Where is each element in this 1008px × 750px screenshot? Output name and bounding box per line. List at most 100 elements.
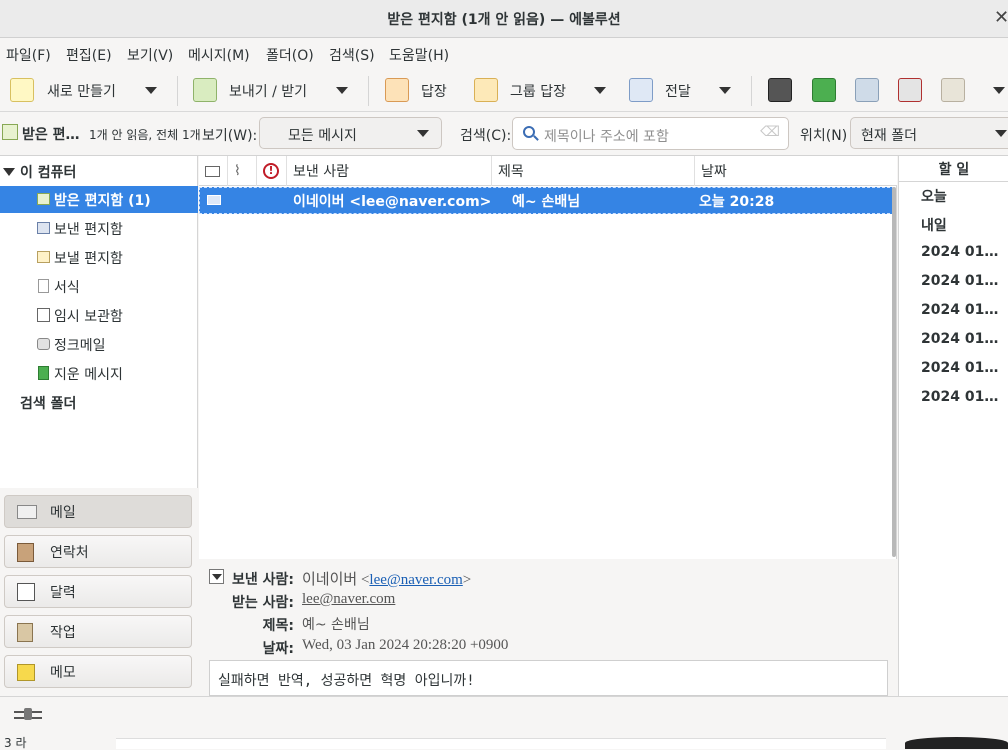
- menu-file[interactable]: 파일(F): [6, 45, 51, 65]
- todo-item[interactable]: 내일: [921, 215, 1008, 235]
- title-bar: 받은 편지함 (1개 안 읽음) — 에볼루션 ✕: [0, 0, 1008, 38]
- todo-item[interactable]: 2024 01…: [921, 273, 1008, 289]
- chevron-down-icon: [417, 130, 429, 137]
- switcher-calendar-button[interactable]: 달력: [4, 575, 192, 608]
- date-label: 날짜:: [262, 641, 294, 657]
- collapse-headers-icon[interactable]: [209, 569, 224, 584]
- reply-group-dropdown-chevron-icon[interactable]: [594, 87, 606, 94]
- new-mail-icon[interactable]: [10, 78, 34, 102]
- switcher-label: 메일: [50, 504, 76, 521]
- date-value: Wed, 03 Jan 2024 20:28:20 +0900: [302, 637, 509, 653]
- column-subject[interactable]: 제목: [492, 156, 695, 186]
- status-bar: [0, 696, 1008, 734]
- send-receive-icon[interactable]: [193, 78, 217, 102]
- sent-icon: [37, 222, 50, 234]
- folder-label: 정크메일: [54, 337, 106, 354]
- send-receive-button[interactable]: 보내기 / 받기: [229, 80, 307, 102]
- menu-search[interactable]: 검색(S): [329, 45, 375, 65]
- tree-root-label: 이 컴퓨터: [20, 164, 77, 181]
- search-folders[interactable]: 검색 폴더: [0, 389, 198, 416]
- envelope-icon: [207, 195, 221, 205]
- reply-icon[interactable]: [385, 78, 409, 102]
- list-scrollbar[interactable]: [892, 187, 896, 557]
- send-receive-dropdown-chevron-icon[interactable]: [336, 87, 348, 94]
- todo-item[interactable]: 2024 01…: [921, 360, 1008, 376]
- switcher-mail-button[interactable]: 메일: [4, 495, 192, 528]
- window-title: 받은 편지함 (1개 안 읽음) — 에볼루션: [387, 12, 621, 28]
- folder-item-trash[interactable]: 지운 메시지: [0, 360, 198, 387]
- toolbar-overflow-chevron-icon[interactable]: [993, 87, 1005, 94]
- column-status-icon[interactable]: [199, 156, 228, 186]
- forward-icon[interactable]: [629, 78, 653, 102]
- folder-item-templates[interactable]: 서식: [0, 273, 198, 300]
- switcher-memos-button[interactable]: 메모: [4, 655, 192, 688]
- menu-bar: 파일(F) 편집(E) 보기(V) 메시지(M) 폴더(O) 검색(S) 도움말…: [0, 38, 1008, 70]
- folder-item-inbox[interactable]: 받은 편지함 (1): [0, 186, 198, 213]
- junk-icon[interactable]: [855, 78, 879, 102]
- message-date: 오늘 20:28: [699, 194, 775, 210]
- todo-item[interactable]: 2024 01…: [921, 244, 1008, 260]
- view-select[interactable]: 모든 메시지: [259, 117, 442, 149]
- chevron-down-icon: [995, 130, 1007, 137]
- mark-icon[interactable]: [941, 78, 965, 102]
- todo-item[interactable]: 오늘: [921, 186, 1008, 206]
- tree-root[interactable]: 이 컴퓨터: [0, 158, 198, 185]
- forward-button[interactable]: 전달: [665, 80, 691, 102]
- column-date[interactable]: 날짜: [695, 156, 897, 186]
- todo-item[interactable]: 2024 01…: [921, 389, 1008, 405]
- new-button[interactable]: 새로 만들기: [47, 80, 116, 102]
- junk-icon: [37, 338, 50, 350]
- message-subject: 예~ 손배님: [512, 194, 581, 210]
- forward-dropdown-chevron-icon[interactable]: [719, 87, 731, 94]
- important-icon: !: [263, 163, 279, 179]
- menu-message[interactable]: 메시지(M): [188, 45, 250, 65]
- todo-item[interactable]: 2024 01…: [921, 331, 1008, 347]
- from-label: 보낸 사람:: [232, 572, 294, 588]
- menu-view[interactable]: 보기(V): [127, 45, 173, 65]
- folder-item-outbox[interactable]: 보낼 편지함: [0, 244, 198, 271]
- folder-item-sent[interactable]: 보낸 편지함: [0, 215, 198, 242]
- folder-label: 지운 메시지: [54, 366, 123, 383]
- from-name: 이네이버 <: [302, 572, 370, 588]
- close-icon[interactable]: ✕: [994, 7, 1008, 28]
- todo-header[interactable]: 할 일: [899, 156, 1008, 182]
- mail-icon: [17, 505, 37, 519]
- delete-icon[interactable]: [898, 78, 922, 102]
- menu-edit[interactable]: 편집(E): [66, 45, 112, 65]
- menu-help[interactable]: 도움말(H): [389, 45, 449, 65]
- archive-icon[interactable]: [812, 78, 836, 102]
- from-close: >: [462, 572, 472, 588]
- expander-icon[interactable]: [3, 168, 15, 176]
- todo-item[interactable]: 2024 01…: [921, 302, 1008, 318]
- message-body-text: 실패하면 반역, 성공하면 혁명 아입니까!: [218, 673, 475, 689]
- reply-group-icon[interactable]: [474, 78, 498, 102]
- switcher-label: 연락처: [50, 544, 89, 561]
- location-select[interactable]: 현재 폴더: [850, 117, 1008, 149]
- print-icon[interactable]: [768, 78, 792, 102]
- menu-folder[interactable]: 폴더(O): [266, 45, 314, 65]
- switcher-tasks-button[interactable]: 작업: [4, 615, 192, 648]
- folder-label: 받은 편지함 (1): [54, 192, 151, 209]
- column-flag-icon[interactable]: !: [257, 156, 287, 186]
- offline-toggle-icon[interactable]: [14, 708, 42, 720]
- search-input-box[interactable]: 제목이나 주소에 포함 ⌫: [512, 117, 789, 150]
- to-email-link[interactable]: lee@naver.com: [302, 591, 395, 608]
- switcher-contacts-button[interactable]: 연락처: [4, 535, 192, 568]
- message-body[interactable]: 실패하면 반역, 성공하면 혁명 아입니까!: [209, 660, 888, 696]
- from-value: 이네이버 <lee@naver.com>: [302, 568, 471, 589]
- reply-group-button[interactable]: 그룹 답장: [510, 80, 566, 102]
- toolbar-separator: [177, 76, 178, 106]
- search-placeholder: 제목이나 주소에 포함: [544, 129, 669, 145]
- view-label: 보기(W):: [202, 128, 258, 144]
- message-from: 이네이버 <lee@naver.com>: [293, 194, 492, 210]
- from-email-link[interactable]: lee@naver.com: [369, 572, 462, 588]
- message-row[interactable]: 이네이버 <lee@naver.com> 예~ 손배님 오늘 20:28: [199, 187, 895, 214]
- clear-icon[interactable]: ⌫: [760, 124, 780, 140]
- folder-item-junk[interactable]: 정크메일: [0, 331, 198, 358]
- column-from[interactable]: 보낸 사람: [287, 156, 492, 186]
- calendar-icon: [17, 583, 35, 601]
- reply-button[interactable]: 답장: [421, 80, 447, 102]
- folder-item-drafts[interactable]: 임시 보관함: [0, 302, 198, 329]
- new-dropdown-chevron-icon[interactable]: [145, 87, 157, 94]
- column-attachment-icon[interactable]: ⌇: [228, 156, 257, 186]
